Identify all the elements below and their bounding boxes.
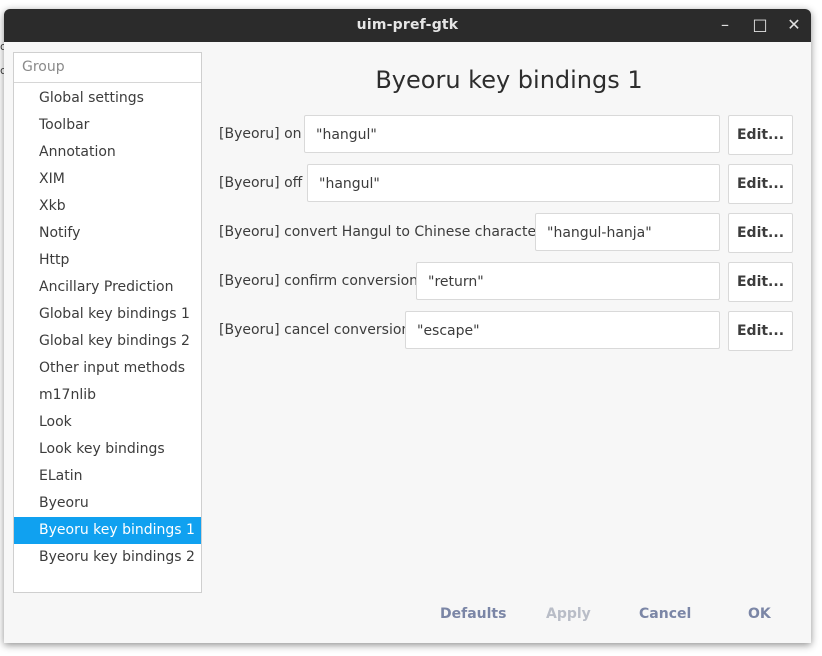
- binding-row-cancel-conversion: [Byeoru] cancel conversion "escape" Edit…: [214, 311, 799, 351]
- sidebar-item-byeoru-key-bindings-1[interactable]: Byeoru key bindings 1: [14, 517, 201, 544]
- binding-row-off: [Byeoru] off "hangul" Edit...: [214, 164, 799, 204]
- group-list[interactable]: Group Global settings Toolbar Annotation…: [13, 52, 202, 593]
- sidebar-item-ancillary-prediction[interactable]: Ancillary Prediction: [14, 274, 201, 301]
- binding-value-field[interactable]: "return": [416, 262, 720, 300]
- sidebar-item-global-settings[interactable]: Global settings: [14, 85, 201, 112]
- edit-button[interactable]: Edit...: [728, 115, 793, 155]
- sidebar-item-notify[interactable]: Notify: [14, 220, 201, 247]
- page-title: Byeoru key bindings 1: [375, 66, 643, 94]
- binding-row-confirm-conversion: [Byeoru] confirm conversion "return" Edi…: [214, 262, 799, 302]
- sidebar-item-toolbar[interactable]: Toolbar: [14, 112, 201, 139]
- binding-label: [Byeoru] off: [219, 175, 303, 191]
- edit-button[interactable]: Edit...: [728, 213, 793, 253]
- sidebar-item-look[interactable]: Look: [14, 409, 201, 436]
- binding-value-field[interactable]: "hangul-hanja": [535, 213, 720, 251]
- binding-label: [Byeoru] convert Hangul to Chinese chara…: [219, 224, 550, 240]
- ok-button[interactable]: OK: [748, 606, 771, 622]
- preferences-window: uim-pref-gtk – □ ✕ Group Global settings…: [4, 9, 811, 643]
- sidebar-item-http[interactable]: Http: [14, 247, 201, 274]
- binding-label: [Byeoru] confirm conversion: [219, 273, 419, 289]
- sidebar-item-byeoru-key-bindings-2[interactable]: Byeoru key bindings 2: [14, 544, 201, 571]
- binding-value-field[interactable]: "escape": [405, 311, 720, 349]
- minimize-icon[interactable]: –: [713, 13, 737, 37]
- maximize-icon[interactable]: □: [748, 13, 772, 37]
- apply-button[interactable]: Apply: [546, 606, 591, 622]
- window-title: uim-pref-gtk: [356, 17, 459, 33]
- binding-label: [Byeoru] on: [219, 126, 302, 142]
- close-icon[interactable]: ✕: [782, 13, 806, 37]
- edit-button[interactable]: Edit...: [728, 311, 793, 351]
- sidebar-item-global-key-bindings-1[interactable]: Global key bindings 1: [14, 301, 201, 328]
- sidebar-item-m17nlib[interactable]: m17nlib: [14, 382, 201, 409]
- sidebar-item-annotation[interactable]: Annotation: [14, 139, 201, 166]
- group-list-header[interactable]: Group: [14, 53, 201, 83]
- edit-button[interactable]: Edit...: [728, 262, 793, 302]
- sidebar-item-xim[interactable]: XIM: [14, 166, 201, 193]
- sidebar-item-global-key-bindings-2[interactable]: Global key bindings 2: [14, 328, 201, 355]
- binding-value-field[interactable]: "hangul": [304, 115, 720, 153]
- cancel-button[interactable]: Cancel: [639, 606, 691, 622]
- binding-row-convert-hanja: [Byeoru] convert Hangul to Chinese chara…: [214, 213, 799, 253]
- sidebar-item-other-input-methods[interactable]: Other input methods: [14, 355, 201, 382]
- defaults-button[interactable]: Defaults: [440, 606, 506, 622]
- sidebar-item-xkb[interactable]: Xkb: [14, 193, 201, 220]
- sidebar-item-look-key-bindings[interactable]: Look key bindings: [14, 436, 201, 463]
- edit-button[interactable]: Edit...: [728, 164, 793, 204]
- binding-row-on: [Byeoru] on "hangul" Edit...: [214, 115, 799, 155]
- binding-value-field[interactable]: "hangul": [307, 164, 720, 202]
- sidebar-item-elatin[interactable]: ELatin: [14, 463, 201, 490]
- sidebar-item-byeoru[interactable]: Byeoru: [14, 490, 201, 517]
- binding-label: [Byeoru] cancel conversion: [219, 322, 411, 338]
- title-bar[interactable]: uim-pref-gtk – □ ✕: [4, 9, 811, 42]
